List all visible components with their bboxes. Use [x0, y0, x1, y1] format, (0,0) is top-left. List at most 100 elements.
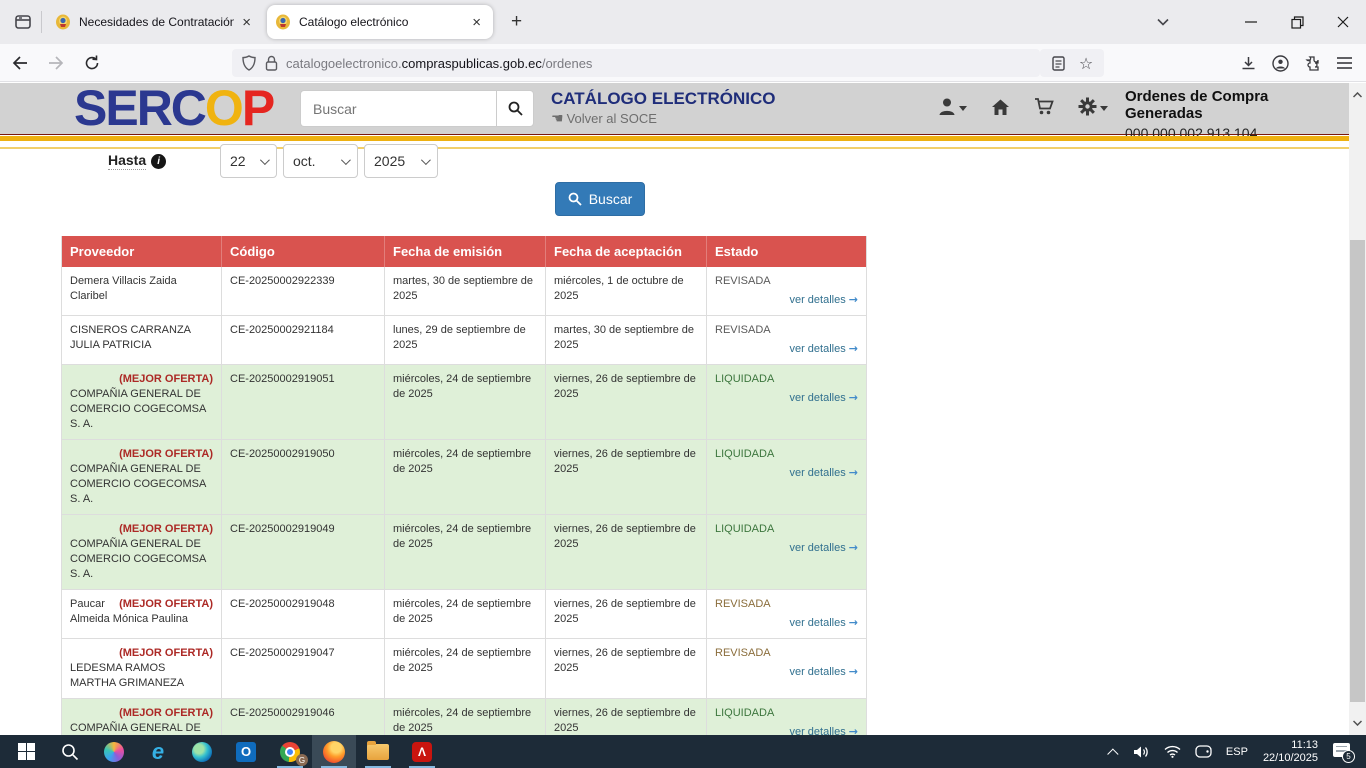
- account-icon[interactable]: [1264, 48, 1296, 78]
- acrobat-icon[interactable]: Λ: [400, 735, 444, 768]
- codigo-cell: CE-20250002919049: [222, 515, 385, 589]
- notification-center-icon[interactable]: 5: [1328, 735, 1358, 768]
- proveedor-cell: (MEJOR OFERTA)Paucar Almeida Mónica Paul…: [61, 590, 222, 638]
- user-menu-icon[interactable]: [938, 97, 967, 116]
- estado-cell: REVISADA ver detalles →: [707, 267, 867, 315]
- header-search-input[interactable]: [300, 90, 496, 127]
- ecuador-crest-favicon: [55, 14, 71, 30]
- codigo-cell: CE-20250002919047: [222, 639, 385, 698]
- reload-button[interactable]: [76, 48, 108, 78]
- internet-explorer-icon[interactable]: e: [136, 735, 180, 768]
- col-proveedor: Proveedor: [61, 236, 222, 267]
- hand-back-icon: ☚: [551, 111, 564, 127]
- sercop-logo[interactable]: SERCOP: [74, 79, 273, 137]
- ver-detalles-link[interactable]: ver detalles →: [715, 664, 858, 680]
- ver-detalles-link[interactable]: ver detalles →: [715, 465, 858, 481]
- forward-button[interactable]: [40, 48, 72, 78]
- url-bar[interactable]: catalogoelectronico.compraspublicas.gob.…: [232, 49, 1040, 77]
- info-icon[interactable]: i: [151, 154, 166, 169]
- browser-nav-bar: catalogoelectronico.compraspublicas.gob.…: [0, 44, 1366, 82]
- page-scrollbar[interactable]: [1349, 83, 1366, 735]
- copilot-icon[interactable]: [92, 735, 136, 768]
- search-icon: [568, 192, 582, 206]
- lock-icon[interactable]: [265, 55, 278, 71]
- shield-icon[interactable]: [242, 55, 256, 71]
- extensions-puzzle-icon[interactable]: [1296, 48, 1328, 78]
- fecha-aceptacion-cell: viernes, 26 de septiembre de 2025: [546, 440, 707, 514]
- day-select[interactable]: 22: [220, 144, 277, 178]
- page-title: CATÁLOGO ELECTRÓNICO: [551, 89, 775, 109]
- volver-al-soce-link[interactable]: ☚Volver al SOCE: [551, 111, 657, 127]
- month-select[interactable]: oct.: [283, 144, 358, 178]
- fecha-aceptacion-cell: viernes, 26 de septiembre de 2025: [546, 699, 707, 735]
- file-explorer-icon[interactable]: [356, 735, 400, 768]
- outlook-icon[interactable]: O: [224, 735, 268, 768]
- page-content: Hasta i 22 oct. 2025 Buscar Proveedor Có…: [0, 141, 1349, 735]
- hasta-label: Hasta: [108, 152, 146, 170]
- reader-mode-icon[interactable]: [1044, 51, 1072, 75]
- browser-tab-bar: Necesidades de Contratación y × Catálogo…: [0, 0, 1366, 44]
- page-action-group: ☆: [1040, 49, 1104, 77]
- edge-icon[interactable]: [180, 735, 224, 768]
- col-codigo: Código: [222, 236, 385, 267]
- buscar-button[interactable]: Buscar: [555, 182, 645, 216]
- scrollbar-thumb[interactable]: [1350, 240, 1365, 702]
- proveedor-name: COMPAÑIA GENERAL DE COMERCIO COGECOMSA S…: [70, 388, 206, 430]
- meet-now-icon[interactable]: [1190, 735, 1217, 768]
- bookmark-star-icon[interactable]: ☆: [1072, 51, 1100, 75]
- ver-detalles-link[interactable]: ver detalles →: [715, 540, 858, 556]
- volume-icon[interactable]: [1128, 735, 1155, 768]
- header-search-button[interactable]: [496, 90, 534, 127]
- mejor-oferta-badge: (MEJOR OFERTA): [119, 522, 213, 537]
- downloads-icon[interactable]: [1232, 48, 1264, 78]
- fecha-aceptacion-cell: viernes, 26 de septiembre de 2025: [546, 639, 707, 698]
- ver-detalles-link[interactable]: ver detalles →: [715, 292, 858, 308]
- clock[interactable]: 11:13 22/10/2025: [1257, 739, 1324, 765]
- table-row: (MEJOR OFERTA)COMPAÑIA GENERAL DE COMERC…: [61, 365, 867, 440]
- estado-cell: REVISADA ver detalles →: [707, 639, 867, 698]
- tab-close-icon[interactable]: ×: [468, 14, 485, 31]
- fecha-aceptacion-cell: miércoles, 1 de octubre de 2025: [546, 267, 707, 315]
- tab-catalogo[interactable]: Catálogo electrónico ×: [267, 5, 493, 39]
- home-icon[interactable]: [991, 98, 1010, 116]
- year-select[interactable]: 2025: [364, 144, 438, 178]
- fecha-emision-cell: miércoles, 24 de septiembre de 2025: [385, 699, 546, 735]
- scroll-down-icon[interactable]: [1349, 715, 1366, 731]
- tab-close-icon[interactable]: ×: [238, 14, 255, 31]
- proveedor-cell: (MEJOR OFERTA)COMPAÑIA GENERAL DE COMERC…: [61, 440, 222, 514]
- orders-table-body: Demera Villacis Zaida Claribel CE-202500…: [61, 267, 867, 735]
- gear-menu-icon[interactable]: [1078, 97, 1108, 116]
- fecha-aceptacion-cell: martes, 30 de septiembre de 2025: [546, 316, 707, 364]
- proveedor-cell: CISNEROS CARRANZA JULIA PATRICIA: [61, 316, 222, 364]
- table-row: Demera Villacis Zaida Claribel CE-202500…: [61, 267, 867, 316]
- tab-list-chevron-icon[interactable]: [1146, 5, 1180, 39]
- wifi-icon[interactable]: [1159, 735, 1186, 768]
- fecha-emision-cell: lunes, 29 de septiembre de 2025: [385, 316, 546, 364]
- estado-cell: LIQUIDADA ver detalles →: [707, 440, 867, 514]
- mejor-oferta-badge: (MEJOR OFERTA): [119, 706, 213, 721]
- cart-icon[interactable]: [1034, 97, 1054, 116]
- tray-expand-chevron-icon[interactable]: [1106, 735, 1124, 768]
- chevron-down-icon: [1100, 106, 1108, 111]
- back-button[interactable]: [4, 48, 36, 78]
- window-close-button[interactable]: [1320, 0, 1366, 44]
- ver-detalles-link[interactable]: ver detalles →: [715, 615, 858, 631]
- scroll-up-icon[interactable]: [1349, 87, 1366, 103]
- estado-label: LIQUIDADA: [715, 706, 858, 721]
- table-row: (MEJOR OFERTA)Paucar Almeida Mónica Paul…: [61, 590, 867, 639]
- taskbar-search-icon[interactable]: [48, 735, 92, 768]
- chrome-icon[interactable]: G: [268, 735, 312, 768]
- start-button[interactable]: [4, 735, 48, 768]
- firefox-icon[interactable]: [312, 735, 356, 768]
- tab-necesidades[interactable]: Necesidades de Contratación y ×: [47, 5, 263, 39]
- window-minimize-button[interactable]: [1228, 0, 1274, 44]
- ver-detalles-link[interactable]: ver detalles →: [715, 390, 858, 406]
- firefox-view-icon[interactable]: [8, 7, 38, 37]
- ver-detalles-link[interactable]: ver detalles →: [715, 724, 858, 735]
- window-restore-button[interactable]: [1274, 0, 1320, 44]
- ver-detalles-link[interactable]: ver detalles →: [715, 341, 858, 357]
- menu-hamburger-icon[interactable]: [1328, 48, 1360, 78]
- arrow-right-icon: →: [849, 391, 858, 404]
- language-indicator[interactable]: ESP: [1221, 735, 1253, 768]
- new-tab-button[interactable]: +: [501, 9, 532, 35]
